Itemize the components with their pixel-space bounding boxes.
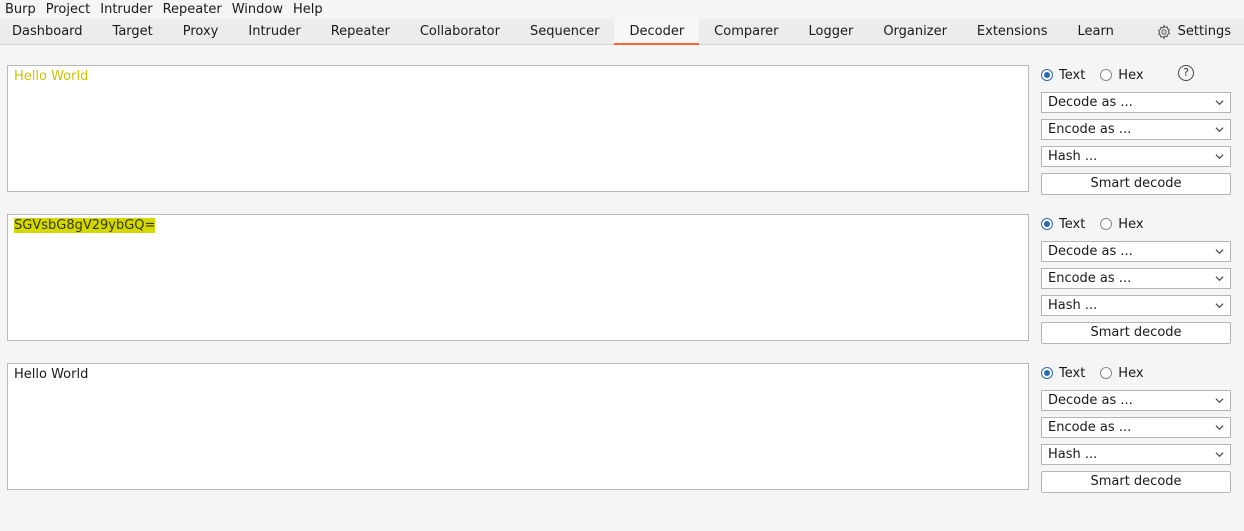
chevron-down-icon (1215, 100, 1224, 106)
panel-2-encode-label: Encode as ... (1048, 271, 1132, 286)
panel-2-controls: Text Hex Decode as ... Encode as ... Has… (1041, 214, 1231, 344)
panel-3-text-label: Text (1059, 365, 1086, 381)
panel-2-hex-radio[interactable] (1100, 218, 1113, 230)
panel-1-text-label: Text (1059, 67, 1086, 83)
tab-logger[interactable]: Logger (794, 19, 869, 44)
tab-collaborator[interactable]: Collaborator (405, 19, 515, 44)
chevron-down-icon (1215, 249, 1224, 255)
panel-1-hash-label: Hash ... (1048, 149, 1098, 164)
chevron-down-icon (1215, 154, 1224, 160)
menu-window[interactable]: Window (227, 0, 288, 19)
settings-button[interactable]: Settings (1156, 19, 1244, 44)
panel-2-text-radio[interactable] (1041, 218, 1053, 230)
panel-3-encode-label: Encode as ... (1048, 420, 1132, 435)
panel-3-hash-label: Hash ... (1048, 447, 1098, 462)
panel-2-decode-label: Decode as ... (1048, 244, 1133, 259)
tab-spacer (1129, 19, 1156, 44)
tab-organizer[interactable]: Organizer (868, 19, 962, 44)
panel-1-encode-label: Encode as ... (1048, 122, 1132, 137)
chevron-down-icon (1215, 276, 1224, 282)
panel-3-decode-select[interactable]: Decode as ... (1041, 390, 1231, 411)
chevron-down-icon (1215, 425, 1224, 431)
panel-2-smart-decode-button[interactable]: Smart decode (1041, 322, 1231, 344)
editor-2-content: SGVsbG8gV29ybGQ= (14, 218, 156, 233)
panel-2-encode-select[interactable]: Encode as ... (1041, 268, 1231, 289)
tab-intruder[interactable]: Intruder (233, 19, 315, 44)
panel-2-mode-row: Text Hex (1041, 214, 1231, 234)
panel-1-hash-select[interactable]: Hash ... (1041, 146, 1231, 167)
panel-3-controls: Text Hex Decode as ... Encode as ... Has… (1041, 363, 1231, 493)
chevron-down-icon (1215, 398, 1224, 404)
panel-1-hex-radio[interactable] (1100, 69, 1113, 81)
panel-2-hex-label: Hex (1118, 216, 1144, 232)
panel-2-decode-select[interactable]: Decode as ... (1041, 241, 1231, 262)
tab-sequencer[interactable]: Sequencer (515, 19, 614, 44)
tab-comparer[interactable]: Comparer (699, 19, 793, 44)
panel-1-encode-select[interactable]: Encode as ... (1041, 119, 1231, 140)
panel-2-hash-label: Hash ... (1048, 298, 1098, 313)
tab-learn[interactable]: Learn (1063, 19, 1129, 44)
panel-2-hash-select[interactable]: Hash ... (1041, 295, 1231, 316)
editor-1-content: Hello World (14, 69, 89, 84)
panel-1-mode-row: Text Hex ? (1041, 65, 1231, 85)
chevron-down-icon (1215, 127, 1224, 133)
help-icon[interactable]: ? (1178, 65, 1194, 81)
menu-help[interactable]: Help (288, 0, 328, 19)
main-tab-bar: Dashboard Target Proxy Intruder Repeater… (0, 19, 1244, 45)
menu-intruder[interactable]: Intruder (95, 0, 157, 19)
decoder-editor-3[interactable]: Hello World (7, 363, 1029, 490)
panel-3-hex-label: Hex (1118, 365, 1144, 381)
decoder-editor-2[interactable]: SGVsbG8gV29ybGQ= (7, 214, 1029, 341)
menubar: Burp Project Intruder Repeater Window He… (0, 0, 1244, 19)
tab-proxy[interactable]: Proxy (168, 19, 234, 44)
gear-icon (1157, 24, 1170, 39)
panel-1-decode-label: Decode as ... (1048, 95, 1133, 110)
panel-3-decode-label: Decode as ... (1048, 393, 1133, 408)
panel-2-text-label: Text (1059, 216, 1086, 232)
panel-3-encode-select[interactable]: Encode as ... (1041, 417, 1231, 438)
panel-1-smart-decode-button[interactable]: Smart decode (1041, 173, 1231, 195)
menu-burp[interactable]: Burp (0, 0, 41, 19)
panel-3-smart-decode-button[interactable]: Smart decode (1041, 471, 1231, 493)
tab-dashboard[interactable]: Dashboard (0, 19, 98, 44)
panel-3-hex-radio[interactable] (1100, 367, 1113, 379)
tab-repeater[interactable]: Repeater (316, 19, 405, 44)
menu-repeater[interactable]: Repeater (158, 0, 227, 19)
panel-3-text-radio[interactable] (1041, 367, 1053, 379)
menu-project[interactable]: Project (41, 0, 95, 19)
tab-extensions[interactable]: Extensions (962, 19, 1063, 44)
chevron-down-icon (1215, 303, 1224, 309)
tab-target[interactable]: Target (98, 19, 168, 44)
chevron-down-icon (1215, 452, 1224, 458)
decoder-editor-1[interactable]: Hello World (7, 65, 1029, 192)
panel-3-mode-row: Text Hex (1041, 363, 1231, 383)
tab-decoder[interactable]: Decoder (614, 19, 700, 45)
panel-1-controls: Text Hex ? Decode as ... Encode as ... H… (1041, 65, 1231, 195)
panel-3-hash-select[interactable]: Hash ... (1041, 444, 1231, 465)
panel-1-hex-label: Hex (1118, 67, 1144, 83)
panel-1-text-radio[interactable] (1041, 69, 1053, 81)
panel-1-decode-select[interactable]: Decode as ... (1041, 92, 1231, 113)
settings-label: Settings (1177, 24, 1231, 39)
editor-3-content: Hello World (14, 367, 89, 382)
